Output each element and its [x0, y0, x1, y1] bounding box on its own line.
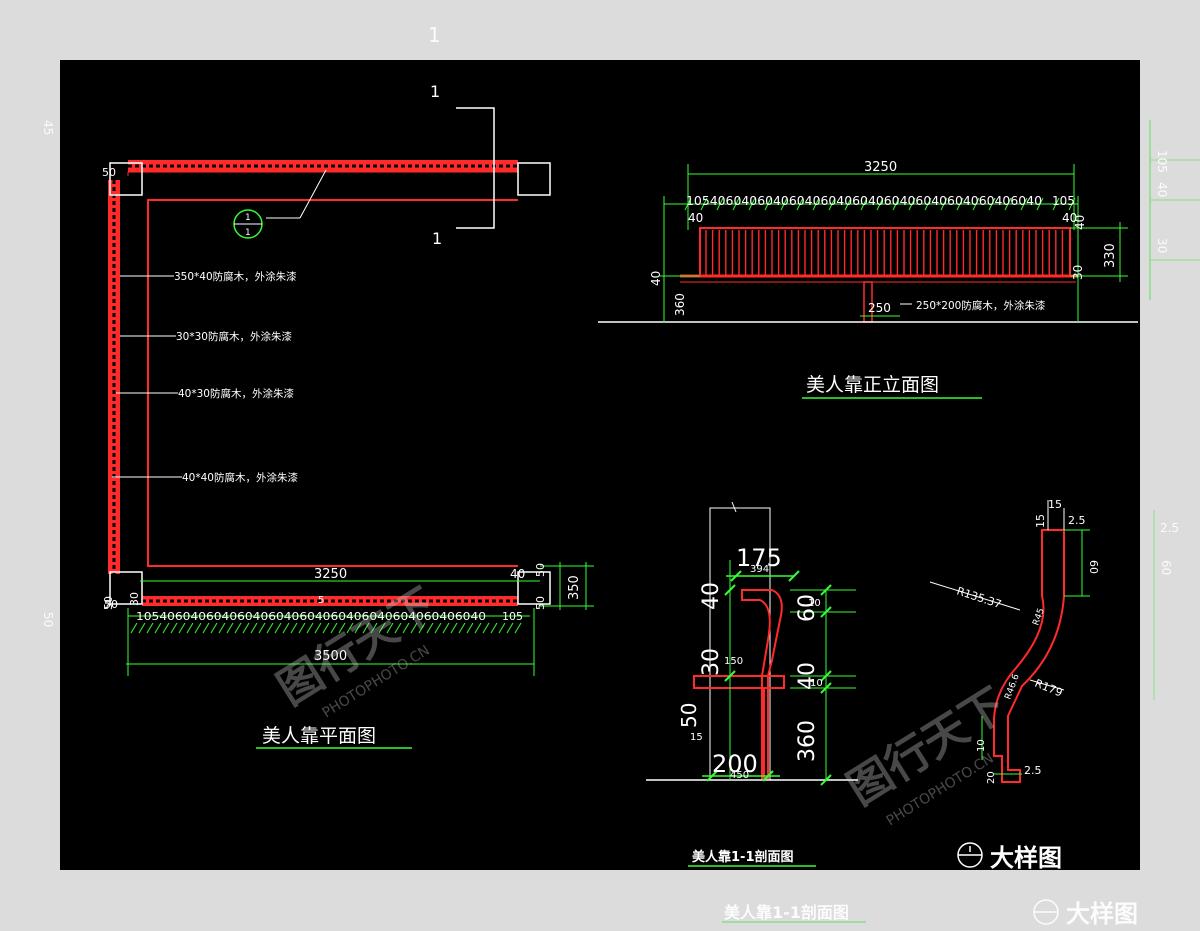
- dim-15-detail: 15: [1048, 498, 1062, 511]
- note-350x40: 350*40防腐木，外涂朱漆: [174, 270, 297, 283]
- dim-5: 5: [318, 595, 324, 606]
- dim-50-section: 50: [677, 703, 701, 728]
- note-40x40: 40*40防腐木，外涂朱漆: [182, 471, 298, 484]
- svg-text:大样图: 大样图: [1066, 900, 1138, 928]
- dim-50-plan-right: 50: [534, 563, 547, 577]
- dim-2-5-detail: 2.5: [1068, 514, 1086, 527]
- dim-150-section: 150: [724, 656, 743, 667]
- dim-40-elev-left: 40: [688, 211, 703, 225]
- dim-50-plan-left: 50: [102, 596, 115, 610]
- cad-drawing: 1 105 40 30 2.5 60 45 50 美人靠1-1剖面图 大样图 5…: [41, 23, 1200, 928]
- ghost-dim-30: 30: [1155, 238, 1169, 253]
- svg-text:1: 1: [245, 228, 251, 238]
- dim-15-detail-side: 15: [1034, 514, 1047, 528]
- dim-post-top: 50: [102, 166, 116, 179]
- dim-450: 450: [730, 770, 749, 781]
- dim-40-elev-side: 40: [1073, 215, 1087, 230]
- ghost-section-mark: 1: [428, 23, 441, 47]
- dim-105-elev: 105: [1052, 194, 1075, 208]
- dim-50-plan-right-lower: 50: [534, 596, 547, 610]
- dim-2-5-detail-bottom: 2.5: [1024, 764, 1042, 777]
- section-mark-top: 1: [430, 82, 440, 101]
- dim-10-section-lower: 10: [810, 678, 823, 689]
- dim-30-section: 30: [699, 648, 724, 676]
- dim-360-elev: 360: [673, 293, 687, 316]
- ghost-dim-105: 105: [1155, 150, 1169, 173]
- ghost-dim-2-5: 2.5: [1160, 521, 1179, 535]
- dim-40-elev-left-side: 40: [649, 271, 663, 286]
- section-title: 美人靠1-1剖面图: [692, 849, 794, 865]
- dim-15-section: 15: [690, 732, 703, 743]
- ghost-dim-45: 45: [41, 120, 55, 135]
- dim-40-section: 40: [699, 582, 724, 610]
- ghost-dim-50: 50: [41, 612, 55, 627]
- dim-20-detail: 20: [986, 771, 997, 784]
- plan-title: 美人靠平面图: [262, 725, 376, 747]
- ghost-dim-60: 60: [1159, 560, 1173, 575]
- note-30x30: 30*30防腐木，外涂朱漆: [176, 330, 292, 343]
- dim-360-section: 360: [795, 720, 820, 762]
- note-40x30: 40*30防腐木，外涂朱漆: [178, 387, 294, 400]
- dim-3250-plan: 3250: [314, 567, 347, 582]
- ghost-detail-title: 大样图: [1033, 899, 1138, 928]
- ghost-dim-40: 40: [1155, 182, 1169, 197]
- dim-250: 250: [868, 301, 891, 315]
- section-mark-bottom: 1: [432, 229, 442, 248]
- dim-40-plan: 40: [510, 567, 525, 581]
- dim-elev-spacing: 1054060406040604060406040604060406040604…: [686, 194, 1042, 208]
- dim-3250-elev: 3250: [864, 160, 897, 175]
- dim-10-section: 10: [808, 598, 821, 609]
- dim-330: 330: [1103, 243, 1118, 268]
- svg-text:1: 1: [245, 213, 251, 223]
- dim-105-plan: 105: [502, 610, 523, 623]
- dim-30-plan: 30: [128, 592, 141, 606]
- dim-30-elev: 30: [1071, 265, 1085, 280]
- elevation-note: 250*200防腐木，外涂朱漆: [916, 299, 1046, 312]
- dim-60-detail: 60: [1087, 560, 1100, 574]
- svg-text:大样图: 大样图: [990, 844, 1062, 872]
- svg-text:美人靠1-1剖面图: 美人靠1-1剖面图: [724, 903, 849, 922]
- elevation-title: 美人靠正立面图: [806, 374, 939, 396]
- dim-350: 350: [567, 575, 582, 600]
- dim-394: 394: [750, 564, 769, 575]
- ghost-section-title: 美人靠1-1剖面图: [722, 903, 866, 923]
